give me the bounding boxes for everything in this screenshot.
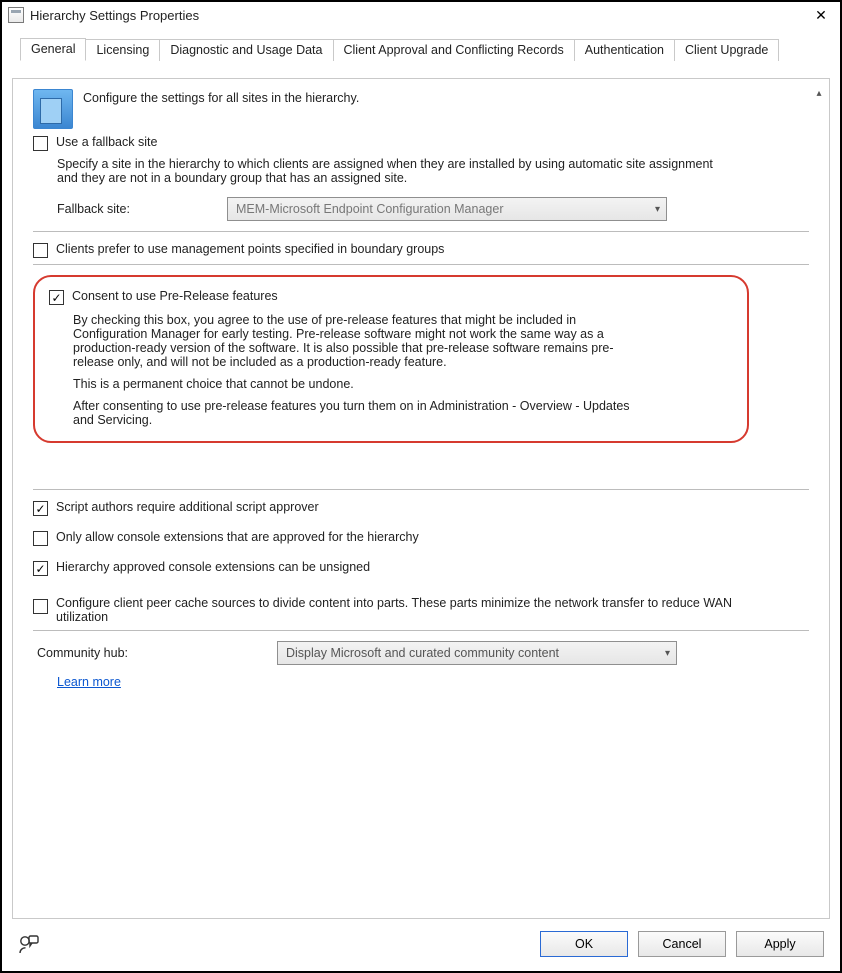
close-button[interactable]: ✕ [806, 4, 836, 26]
clients-prefer-mp-label: Clients prefer to use management points … [56, 242, 444, 256]
consent-paragraph-3: After consenting to use pre-release feat… [73, 399, 653, 427]
unsigned-extensions-label: Hierarchy approved console extensions ca… [56, 560, 370, 574]
chevron-down-icon: ▾ [665, 648, 670, 659]
only-approved-extensions-checkbox[interactable] [33, 531, 48, 546]
intro-text: Configure the settings for all sites in … [83, 89, 359, 105]
consent-paragraph-2: This is a permanent choice that cannot b… [73, 377, 653, 391]
fallback-site-field-label: Fallback site: [57, 202, 207, 216]
apply-button[interactable]: Apply [736, 931, 824, 957]
consent-paragraph-1: By checking this box, you agree to the u… [73, 313, 653, 369]
button-bar: OK Cancel Apply [12, 925, 830, 963]
use-fallback-site-label: Use a fallback site [56, 135, 157, 149]
fallback-help-text: Specify a site in the hierarchy to which… [57, 157, 717, 185]
script-approver-label: Script authors require additional script… [56, 500, 319, 514]
title-bar: Hierarchy Settings Properties ✕ [2, 2, 840, 28]
clients-prefer-mp-checkbox[interactable] [33, 243, 48, 258]
feedback-icon[interactable] [18, 934, 40, 954]
community-hub-field-label: Community hub: [37, 646, 257, 660]
tab-diagnostic-usage[interactable]: Diagnostic and Usage Data [159, 39, 333, 61]
tab-client-approval-conflict[interactable]: Client Approval and Conflicting Records [333, 39, 575, 61]
consent-prerelease-checkbox[interactable] [49, 290, 64, 305]
window-title: Hierarchy Settings Properties [30, 8, 806, 23]
tab-panel-general: ▴ Configure the settings for all sites i… [13, 79, 829, 918]
use-fallback-site-checkbox[interactable] [33, 136, 48, 151]
tab-general[interactable]: General [20, 38, 86, 61]
cancel-button[interactable]: Cancel [638, 931, 726, 957]
ok-button[interactable]: OK [540, 931, 628, 957]
separator [33, 630, 809, 631]
dialog-client: ▴ Configure the settings for all sites i… [12, 78, 830, 919]
script-approver-checkbox[interactable] [33, 501, 48, 516]
separator [33, 489, 809, 490]
consent-callout: Consent to use Pre-Release features By c… [33, 275, 749, 443]
community-hub-select[interactable]: Display Microsoft and curated community … [277, 641, 677, 665]
fallback-site-select[interactable]: MEM-Microsoft Endpoint Configuration Man… [227, 197, 667, 221]
vertical-scrollbar[interactable]: ▴ [811, 85, 827, 141]
tab-licensing[interactable]: Licensing [85, 39, 160, 61]
unsigned-extensions-checkbox[interactable] [33, 561, 48, 576]
hierarchy-icon [33, 89, 73, 129]
tab-client-upgrade[interactable]: Client Upgrade [674, 39, 779, 61]
tab-strip: General Licensing Diagnostic and Usage D… [16, 38, 826, 60]
app-icon [8, 7, 24, 23]
community-hub-value: Display Microsoft and curated community … [286, 646, 559, 660]
scroll-up-arrow-icon[interactable]: ▴ [811, 85, 827, 101]
only-approved-extensions-label: Only allow console extensions that are a… [56, 530, 419, 544]
peer-cache-checkbox[interactable] [33, 599, 48, 614]
separator [33, 264, 809, 265]
fallback-site-value: MEM-Microsoft Endpoint Configuration Man… [236, 202, 503, 216]
learn-more-link[interactable]: Learn more [57, 675, 121, 689]
tab-authentication[interactable]: Authentication [574, 39, 675, 61]
chevron-down-icon: ▾ [655, 204, 660, 215]
consent-prerelease-label: Consent to use Pre-Release features [72, 289, 278, 303]
peer-cache-label: Configure client peer cache sources to d… [56, 596, 756, 624]
separator [33, 231, 809, 232]
